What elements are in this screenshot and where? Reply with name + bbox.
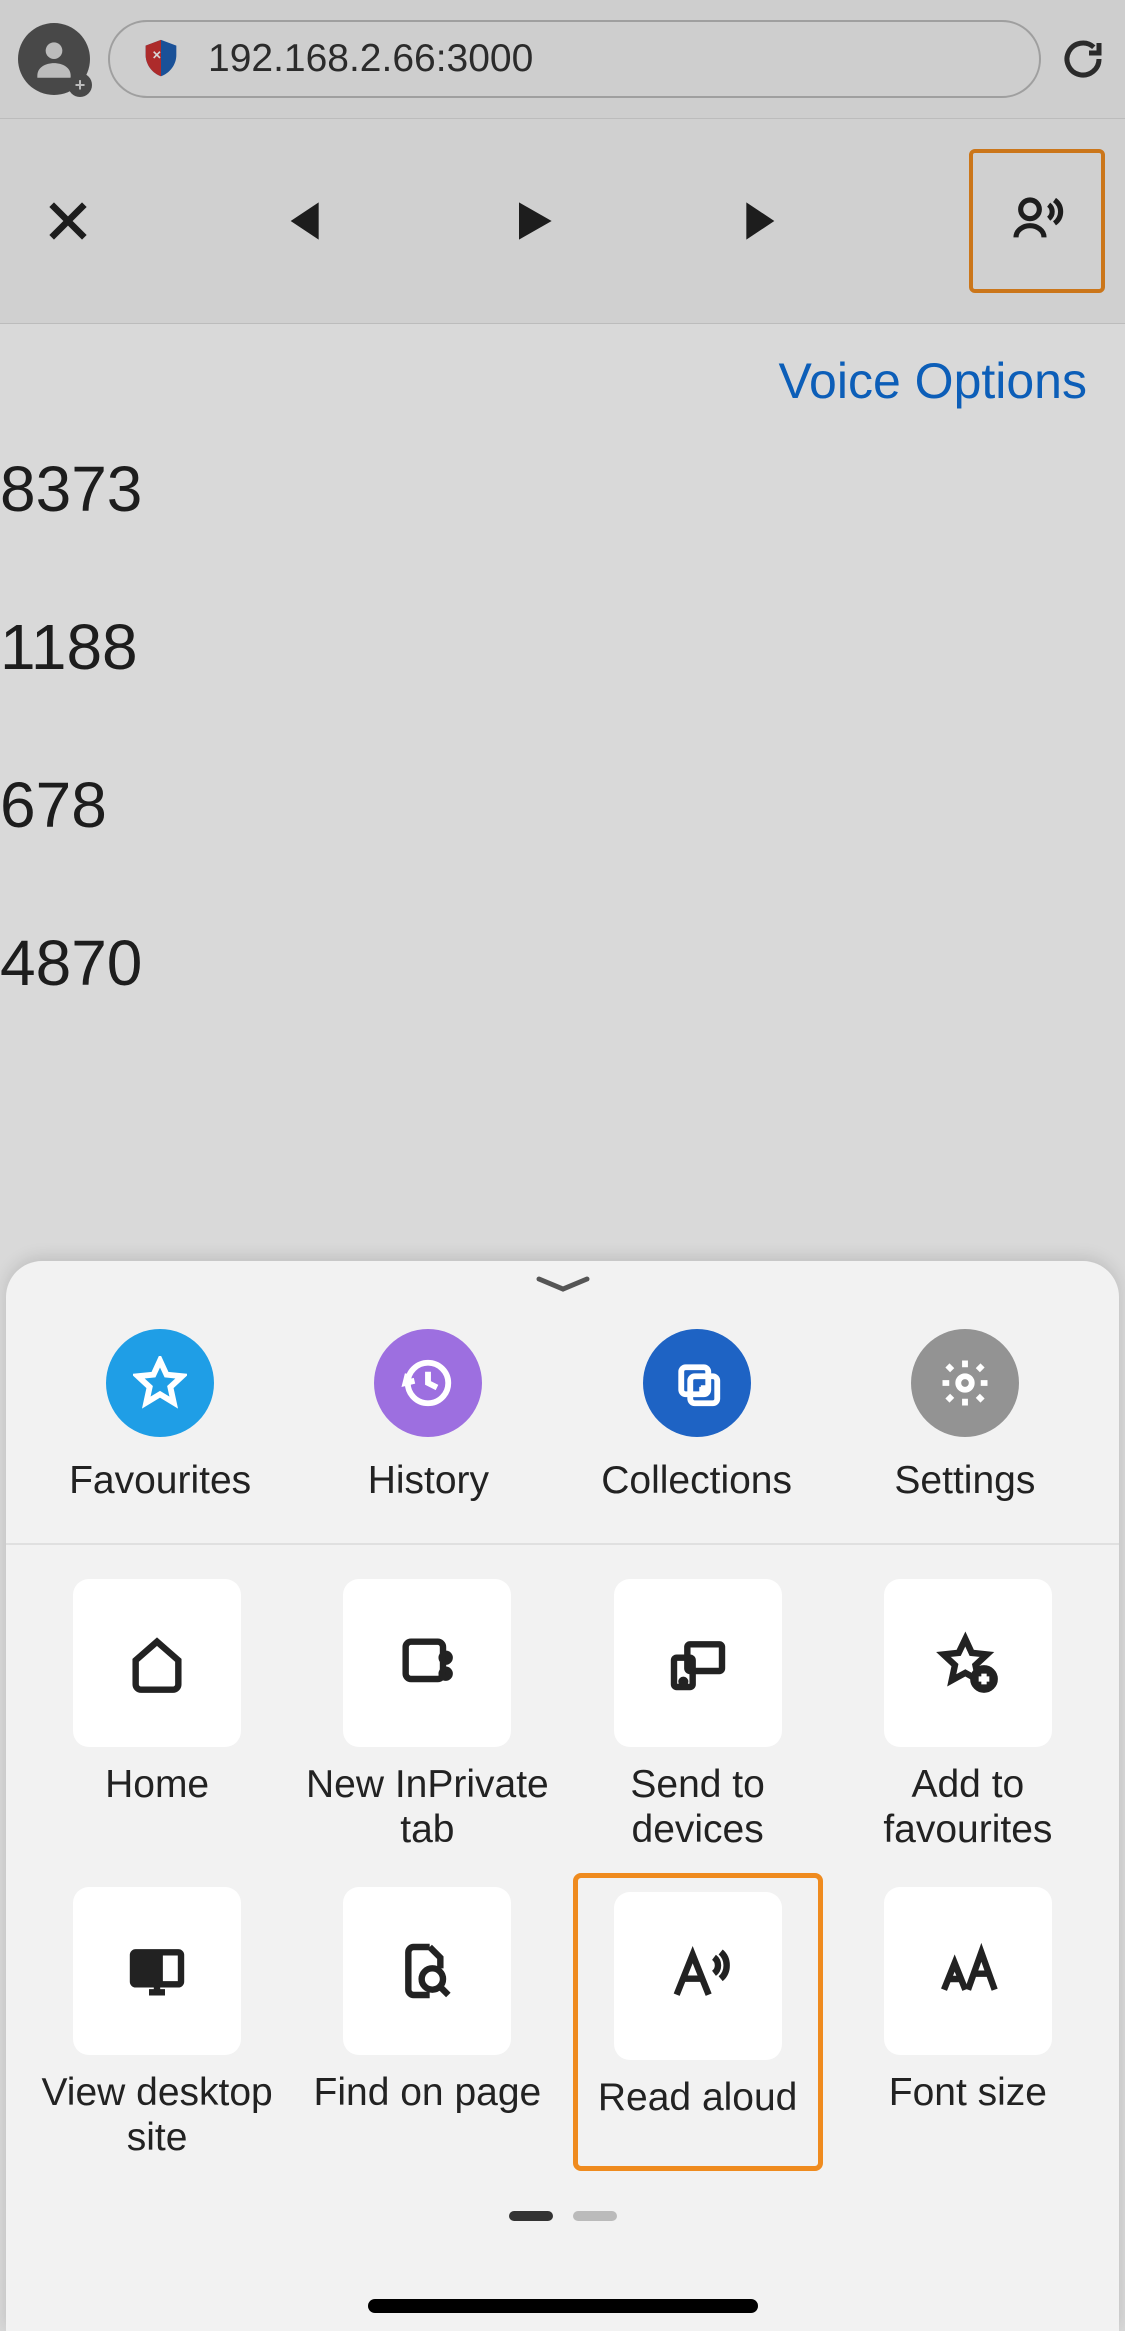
next-button[interactable]	[737, 193, 793, 249]
history-item[interactable]: History	[298, 1329, 558, 1503]
dot-inactive	[573, 2211, 617, 2221]
home-item[interactable]: Home	[32, 1579, 282, 1853]
url-text: 192.168.2.66:3000	[208, 37, 533, 81]
shield-icon: ✕	[138, 36, 184, 82]
previous-button[interactable]	[272, 193, 328, 249]
inprivate-icon	[343, 1579, 511, 1747]
send-devices-label: Send to devices	[573, 1763, 823, 1853]
new-inprivate-label: New InPrivate tab	[302, 1763, 552, 1853]
add-favourites-item[interactable]: Add to favourites	[843, 1579, 1093, 1853]
new-inprivate-item[interactable]: New InPrivate tab	[302, 1579, 552, 1853]
collections-icon	[643, 1329, 751, 1437]
settings-item[interactable]: Settings	[835, 1329, 1095, 1503]
read-aloud-icon	[614, 1892, 782, 2060]
page-number: 4870	[0, 884, 1125, 1042]
desktop-site-item[interactable]: View desktop site	[32, 1887, 282, 2171]
close-button[interactable]	[40, 193, 96, 249]
home-icon	[73, 1579, 241, 1747]
voice-options-link-row: Voice Options	[0, 324, 1125, 410]
media-bar	[0, 119, 1125, 324]
font-size-item[interactable]: Font size	[843, 1887, 1093, 2171]
read-aloud-label: Read aloud	[598, 2076, 798, 2166]
favourites-label: Favourites	[69, 1459, 251, 1503]
address-row: + ✕ 192.168.2.66:3000	[0, 0, 1125, 119]
font-size-icon	[884, 1887, 1052, 2055]
desktop-icon	[73, 1887, 241, 2055]
play-button[interactable]	[505, 193, 561, 249]
page-number: 678	[0, 726, 1125, 884]
star-icon	[106, 1329, 214, 1437]
add-favourites-icon	[884, 1579, 1052, 1747]
dot-active	[509, 2211, 553, 2221]
voice-button[interactable]	[969, 149, 1105, 293]
collections-item[interactable]: Collections	[567, 1329, 827, 1503]
font-size-label: Font size	[889, 2071, 1047, 2161]
page-number: 8373	[0, 410, 1125, 568]
add-favourites-label: Add to favourites	[843, 1763, 1093, 1853]
home-label: Home	[105, 1763, 209, 1853]
collections-label: Collections	[601, 1459, 792, 1503]
send-devices-icon	[614, 1579, 782, 1747]
sheet-handle-icon[interactable]	[6, 1261, 1119, 1301]
history-label: History	[368, 1459, 489, 1503]
settings-label: Settings	[894, 1459, 1035, 1503]
bottom-sheet: Favourites History Collections Settings	[6, 1261, 1119, 2331]
find-on-page-label: Find on page	[314, 2071, 542, 2161]
sheet-grid-row-1: Home New InPrivate tab Send to devices A…	[6, 1545, 1119, 1853]
address-bar[interactable]: ✕ 192.168.2.66:3000	[108, 20, 1041, 98]
send-devices-item[interactable]: Send to devices	[573, 1579, 823, 1853]
history-icon	[374, 1329, 482, 1437]
sheet-top-row: Favourites History Collections Settings	[6, 1301, 1119, 1545]
find-icon	[343, 1887, 511, 2055]
voice-options-link[interactable]: Voice Options	[778, 353, 1087, 409]
page-indicator	[6, 2211, 1119, 2221]
favourites-item[interactable]: Favourites	[30, 1329, 290, 1503]
read-aloud-item[interactable]: Read aloud	[573, 1873, 823, 2171]
sheet-grid-row-2: View desktop site Find on page Read alou…	[6, 1853, 1119, 2171]
page-number: 1188	[0, 568, 1125, 726]
profile-avatar[interactable]: +	[18, 23, 90, 95]
add-profile-icon: +	[68, 73, 92, 97]
desktop-site-label: View desktop site	[32, 2071, 282, 2161]
page-content: 8373 1188 678 4870	[0, 410, 1125, 1042]
gear-icon	[911, 1329, 1019, 1437]
refresh-button[interactable]	[1059, 35, 1107, 83]
svg-text:✕: ✕	[152, 50, 162, 62]
find-on-page-item[interactable]: Find on page	[302, 1887, 552, 2171]
home-indicator[interactable]	[368, 2299, 758, 2313]
